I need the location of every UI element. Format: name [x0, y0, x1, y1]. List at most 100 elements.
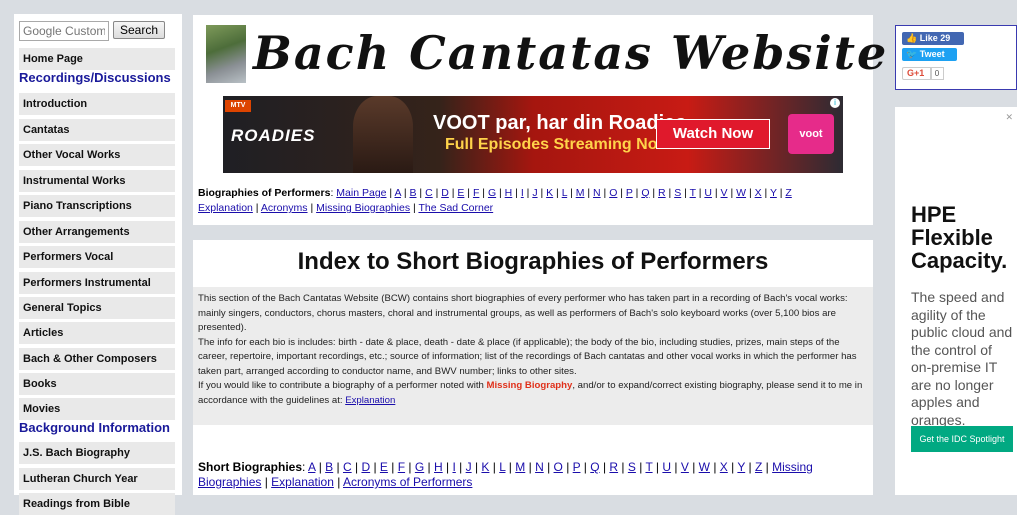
sidebar-item[interactable]: Performers Instrumental	[19, 272, 175, 294]
bio-extra-link[interactable]: Explanation	[198, 202, 253, 214]
sidebar-item[interactable]: Home Page	[19, 48, 175, 70]
letter-link-t[interactable]: T	[690, 187, 696, 199]
tweet-button[interactable]: 🐦 Tweet	[902, 48, 957, 61]
close-icon[interactable]: ✕	[1005, 112, 1013, 123]
letter-link-z[interactable]: Z	[785, 187, 791, 199]
letter-link-k[interactable]: K	[481, 460, 489, 474]
letter-link-q[interactable]: Q	[590, 460, 599, 474]
main-page-link[interactable]: Main Page	[336, 187, 386, 199]
sidebar-item[interactable]: Bach & Other Composers	[19, 348, 175, 370]
short-bio-extra-link[interactable]: Explanation	[271, 475, 334, 489]
letter-link-n[interactable]: N	[593, 187, 601, 199]
letter-link-b[interactable]: B	[325, 460, 333, 474]
bio-extra-link[interactable]: Acronyms	[261, 202, 308, 214]
letter-link-q[interactable]: Q	[641, 187, 649, 199]
sidebar-item[interactable]: Cantatas	[19, 119, 175, 141]
letter-link-x[interactable]: X	[755, 187, 762, 199]
ad-info-icon[interactable]: i	[830, 98, 840, 108]
sidebar-item[interactable]: Readings from Bible	[19, 493, 175, 515]
letter-link-f[interactable]: F	[398, 460, 405, 474]
letter-link-i[interactable]: I	[452, 460, 455, 474]
facebook-like-button[interactable]: 👍 Like 29	[902, 32, 964, 45]
search-button[interactable]: Search	[113, 21, 165, 39]
ad-headline: HPE Flexible Capacity.	[911, 202, 1008, 273]
letter-link-c[interactable]: C	[343, 460, 352, 474]
letter-link-g[interactable]: G	[415, 460, 424, 474]
sidebar-item[interactable]: Books	[19, 373, 175, 395]
letter-link-u[interactable]: U	[662, 460, 671, 474]
google-plus-count: 0	[930, 67, 944, 80]
sidebar-item[interactable]: Articles	[19, 322, 175, 344]
sidebar-item[interactable]: Piano Transcriptions	[19, 195, 175, 217]
site-title[interactable]: Bach Cantatas Website	[253, 23, 886, 83]
ad-cta-button[interactable]: Get the IDC Spotlight	[911, 426, 1013, 452]
sidebar-item[interactable]: Introduction	[19, 93, 175, 115]
letter-link-d[interactable]: D	[441, 187, 449, 199]
letter-link-p[interactable]: P	[573, 460, 581, 474]
short-biographies-nav: Short Biographies: A | B | C | D | E | F…	[198, 460, 813, 489]
letter-link-u[interactable]: U	[704, 187, 712, 199]
sidebar-item[interactable]: General Topics	[19, 297, 175, 319]
letter-link-v[interactable]: V	[681, 460, 689, 474]
letter-link-h[interactable]: H	[505, 187, 513, 199]
letter-link-a[interactable]: A	[308, 460, 315, 474]
letter-link-a[interactable]: A	[394, 187, 400, 199]
letter-link-z[interactable]: Z	[755, 460, 762, 474]
letter-link-x[interactable]: X	[720, 460, 728, 474]
letter-link-c[interactable]: C	[425, 187, 433, 199]
letter-link-v[interactable]: V	[721, 187, 728, 199]
letter-link-f[interactable]: F	[473, 187, 479, 199]
sidebar-section-heading: Recordings/Discussions	[19, 70, 171, 85]
sidebar-item[interactable]: Lutheran Church Year	[19, 468, 175, 490]
letter-link-s[interactable]: S	[628, 460, 636, 474]
letter-link-t[interactable]: T	[645, 460, 652, 474]
sidebar-item[interactable]: J.S. Bach Biography	[19, 442, 175, 464]
letter-link-p[interactable]: P	[626, 187, 633, 199]
letter-link-n[interactable]: N	[535, 460, 544, 474]
facebook-like-label: Like 29	[919, 33, 951, 43]
google-plus-button[interactable]: G+1	[902, 67, 932, 80]
intro-paragraph-1: This section of the Bach Cantatas Websit…	[198, 293, 848, 333]
letter-link-j[interactable]: J	[532, 187, 537, 199]
letter-link-j[interactable]: J	[466, 460, 472, 474]
letter-link-e[interactable]: E	[457, 187, 464, 199]
search-input[interactable]	[19, 21, 109, 41]
letter-link-y[interactable]: Y	[737, 460, 745, 474]
letter-link-b[interactable]: B	[409, 187, 416, 199]
letter-link-g[interactable]: G	[488, 187, 496, 199]
ad-headline: VOOT par, har din Roadies	[433, 112, 687, 134]
letter-link-s[interactable]: S	[674, 187, 681, 199]
letter-link-i[interactable]: I	[521, 187, 524, 199]
letter-link-l[interactable]: L	[499, 460, 505, 474]
letter-link-r[interactable]: R	[609, 460, 618, 474]
letter-link-m[interactable]: M	[515, 460, 525, 474]
letter-link-o[interactable]: O	[609, 187, 617, 199]
letter-link-e[interactable]: E	[380, 460, 388, 474]
letter-link-w[interactable]: W	[736, 187, 746, 199]
letter-link-h[interactable]: H	[434, 460, 443, 474]
sidebar-item[interactable]: Instrumental Works	[19, 170, 175, 192]
sidebar-item[interactable]: Other Vocal Works	[19, 144, 175, 166]
explanation-link[interactable]: Explanation	[345, 395, 395, 406]
ad-subheadline: Full Episodes Streaming Now	[445, 136, 670, 153]
letter-link-l[interactable]: L	[562, 187, 567, 199]
letter-link-y[interactable]: Y	[770, 187, 777, 199]
sidebar-item[interactable]: Other Arrangements	[19, 221, 175, 243]
ad-watch-now-button[interactable]: Watch Now	[656, 119, 770, 149]
sidebar-item[interactable]: Movies	[19, 398, 175, 420]
letter-link-r[interactable]: R	[658, 187, 666, 199]
missing-biography-label: Missing Biography	[486, 380, 573, 391]
short-bio-extra-link[interactable]: Acronyms of Performers	[343, 475, 472, 489]
letter-link-o[interactable]: O	[554, 460, 563, 474]
letter-link-m[interactable]: M	[576, 187, 585, 199]
ad-brand-logo: voot	[788, 114, 834, 154]
bio-extra-link[interactable]: Missing Biographies	[316, 202, 410, 214]
letter-link-w[interactable]: W	[699, 460, 710, 474]
bach-statue-photo	[206, 25, 246, 83]
letter-link-k[interactable]: K	[546, 187, 553, 199]
sidebar-item[interactable]: Performers Vocal	[19, 246, 175, 268]
bio-extra-link[interactable]: The Sad Corner	[418, 202, 493, 214]
side-ad[interactable]: ✕ HPE Flexible Capacity. The speed and a…	[895, 107, 1017, 495]
ad-banner[interactable]: MTV ROADIES VOOT par, har din Roadies Fu…	[223, 96, 843, 173]
letter-link-d[interactable]: D	[361, 460, 370, 474]
